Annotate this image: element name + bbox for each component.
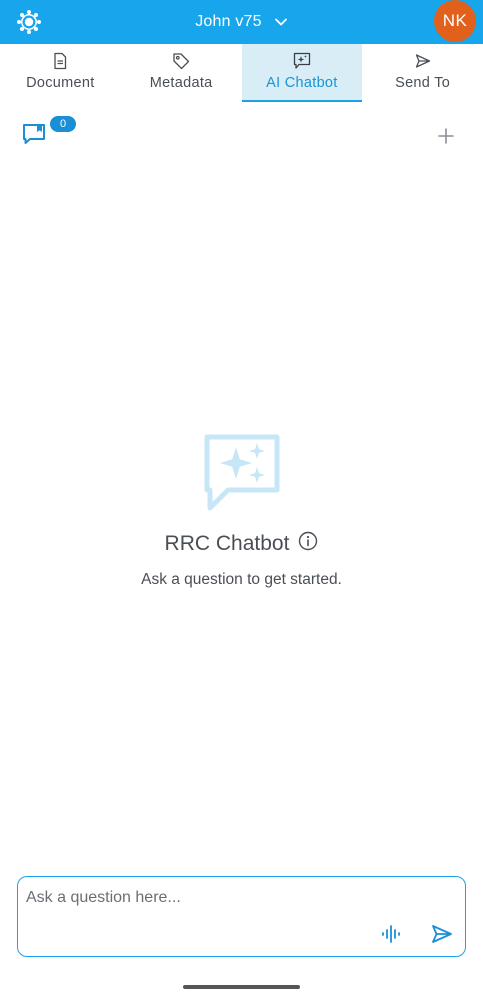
tab-label: Document [26, 75, 95, 91]
tab-send-to[interactable]: Send To [362, 44, 483, 102]
chatbot-title: RRC Chatbot [164, 532, 290, 555]
chat-count-badge: 0 [50, 116, 76, 132]
send-icon[interactable] [431, 924, 453, 944]
empty-state-subtitle: Ask a question to get started. [141, 571, 342, 588]
tab-bar: Document Metadata AI Chatbot Send To [0, 44, 483, 102]
tab-label: AI Chatbot [266, 75, 338, 91]
tag-icon [173, 53, 190, 70]
info-icon[interactable] [298, 531, 318, 551]
empty-state: RRC Chatbot Ask a question to get starte… [0, 432, 483, 589]
tab-document[interactable]: Document [0, 44, 121, 102]
chevron-down-icon [274, 18, 287, 26]
chat-toolbar: 0 [0, 102, 483, 162]
plus-icon[interactable] [436, 126, 456, 146]
home-indicator [183, 985, 300, 989]
question-input[interactable] [26, 887, 456, 909]
tab-label: Send To [395, 75, 451, 91]
tab-metadata[interactable]: Metadata [121, 44, 242, 102]
document-icon [54, 52, 67, 70]
tab-label: Metadata [149, 75, 213, 91]
chat-sparkle-icon [204, 434, 279, 511]
chat-history-icon[interactable] [22, 122, 48, 146]
top-bar: John v75 NK [0, 0, 483, 44]
microphone-icon[interactable] [380, 923, 402, 945]
send-icon [415, 54, 430, 68]
document-title: John v75 [195, 13, 262, 30]
tab-ai-chatbot[interactable]: AI Chatbot [241, 44, 363, 102]
document-selector[interactable]: John v75 [0, 0, 483, 44]
chat-sparkle-icon [293, 52, 311, 69]
question-composer [17, 876, 466, 957]
avatar[interactable]: NK [434, 0, 476, 42]
